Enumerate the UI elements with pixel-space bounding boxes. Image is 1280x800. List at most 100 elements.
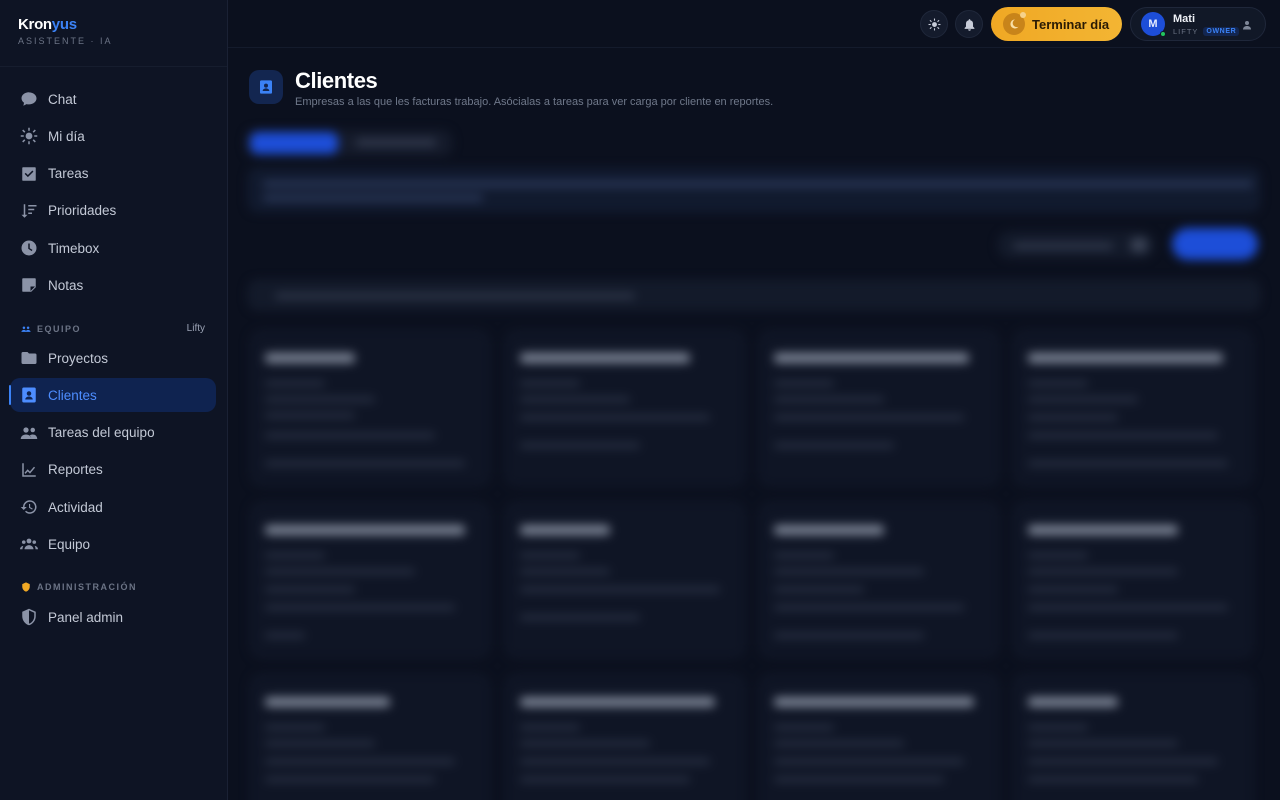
client-card[interactable] bbox=[505, 502, 745, 658]
sidebar-item-mi-dia[interactable]: Mi día bbox=[10, 119, 216, 153]
info-banner bbox=[248, 168, 1260, 212]
client-card[interactable] bbox=[505, 330, 745, 486]
client-card[interactable] bbox=[1013, 674, 1253, 800]
client-card[interactable] bbox=[250, 330, 490, 486]
client-card[interactable] bbox=[250, 674, 490, 800]
search-input[interactable] bbox=[248, 280, 1260, 310]
brand-logo: Kronyus bbox=[18, 16, 113, 33]
brand-name-accent: yus bbox=[51, 16, 77, 33]
shield-icon bbox=[20, 608, 38, 626]
sidebar-divider bbox=[0, 66, 227, 67]
history-icon bbox=[20, 498, 38, 516]
page-icon bbox=[249, 70, 283, 104]
checkbox-icon bbox=[20, 165, 38, 183]
client-card[interactable] bbox=[1013, 330, 1253, 486]
client-card[interactable] bbox=[759, 330, 999, 486]
sort-priority-icon bbox=[20, 202, 38, 220]
sidebar-item-label: Equipo bbox=[48, 536, 91, 552]
sidebar-item-reportes[interactable]: Reportes bbox=[10, 453, 216, 487]
section-admin-label: ADMINISTRACIÓN bbox=[37, 582, 137, 592]
moon-icon bbox=[1003, 12, 1026, 35]
bell-icon bbox=[964, 18, 974, 31]
section-admin-header: ADMINISTRACIÓN bbox=[21, 582, 205, 592]
tab-active[interactable] bbox=[250, 132, 338, 154]
client-card[interactable] bbox=[1013, 502, 1253, 658]
banner-line bbox=[263, 181, 1253, 187]
sidebar-item-actividad[interactable]: Actividad bbox=[10, 490, 216, 524]
sidebar-item-label: Tareas bbox=[48, 166, 89, 182]
sidebar-item-tareas[interactable]: Tareas bbox=[10, 157, 216, 191]
sidebar-item-label: Notas bbox=[48, 277, 84, 293]
sidebar-item-label: Chat bbox=[48, 91, 77, 107]
crescent-icon bbox=[1010, 19, 1019, 29]
shield-small-icon bbox=[22, 582, 30, 592]
nav-team: Proyectos Clientes Tareas del equipo Rep… bbox=[9, 341, 216, 565]
sidebar-item-proyectos[interactable]: Proyectos bbox=[10, 341, 216, 375]
avatar: M bbox=[1141, 12, 1166, 37]
end-day-label: Terminar día bbox=[1032, 16, 1110, 32]
user-meta: Mati LIFTY OWNER bbox=[1173, 12, 1240, 36]
sidebar-item-label: Panel admin bbox=[48, 609, 124, 625]
contact-card-icon bbox=[260, 80, 272, 94]
client-card[interactable] bbox=[759, 502, 999, 658]
avatar-initial: M bbox=[1148, 18, 1158, 30]
section-team-label: EQUIPO bbox=[37, 323, 82, 334]
sun-icon bbox=[20, 127, 38, 145]
sidebar-item-chat[interactable]: Chat bbox=[10, 82, 216, 116]
new-client-button[interactable] bbox=[1172, 228, 1258, 260]
contact-card-icon bbox=[20, 386, 38, 404]
brand-subtitle: ASISTENTE · IA bbox=[18, 36, 113, 46]
sun-icon bbox=[928, 18, 940, 30]
section-team-header: EQUIPO Lifty bbox=[21, 323, 205, 334]
page-title: Clientes bbox=[295, 68, 378, 93]
client-card[interactable] bbox=[505, 674, 745, 800]
client-card[interactable] bbox=[759, 674, 999, 800]
clock-icon bbox=[20, 239, 38, 257]
sidebar-item-label: Prioridades bbox=[48, 203, 117, 219]
banner-line bbox=[263, 195, 483, 201]
topbar bbox=[228, 0, 1280, 48]
tabs bbox=[246, 130, 452, 156]
sidebar: Kronyus ASISTENTE · IA Chat Mi día Tarea… bbox=[0, 0, 228, 800]
sidebar-item-label: Actividad bbox=[48, 499, 103, 515]
user-org: LIFTY bbox=[1173, 26, 1199, 36]
sidebar-item-panel-admin[interactable]: Panel admin bbox=[10, 600, 216, 634]
nav-main: Chat Mi día Tareas Prioridades Timebox N… bbox=[10, 82, 216, 306]
sidebar-item-timebox[interactable]: Timebox bbox=[10, 231, 216, 265]
sidebar-item-label: Proyectos bbox=[48, 350, 109, 366]
note-icon bbox=[20, 276, 38, 294]
nav-admin: Panel admin bbox=[10, 600, 216, 637]
sidebar-item-label: Reportes bbox=[48, 462, 103, 478]
client-card[interactable] bbox=[250, 502, 490, 658]
team-small-icon bbox=[21, 326, 31, 332]
user-name: Mati bbox=[1173, 12, 1195, 25]
sidebar-item-equipo[interactable]: Equipo bbox=[10, 527, 216, 561]
team-org-name: Lifty bbox=[186, 323, 205, 334]
sidebar-item-label: Tareas del equipo bbox=[48, 425, 155, 441]
sidebar-item-label: Mi día bbox=[48, 128, 85, 144]
group-icon bbox=[20, 535, 38, 553]
sidebar-item-tareas-del-equipo[interactable]: Tareas del equipo bbox=[10, 416, 216, 450]
page-subtitle: Empresas a las que les facturas trabajo.… bbox=[295, 96, 774, 108]
brand[interactable]: Kronyus ASISTENTE · IA bbox=[18, 16, 113, 46]
notifications-button[interactable] bbox=[955, 10, 983, 38]
theme-toggle-button[interactable] bbox=[920, 10, 948, 38]
sidebar-item-label: Clientes bbox=[48, 387, 97, 403]
filter-toggle[interactable] bbox=[998, 232, 1154, 258]
user-role-badge: OWNER bbox=[1203, 26, 1240, 36]
tab-secondary[interactable] bbox=[356, 139, 436, 146]
sidebar-item-clientes[interactable]: Clientes bbox=[9, 378, 216, 413]
blurred-content bbox=[238, 122, 1270, 800]
sidebar-item-notas[interactable]: Notas bbox=[10, 268, 216, 302]
sidebar-item-label: Timebox bbox=[48, 240, 100, 256]
online-status-dot bbox=[1160, 31, 1166, 37]
end-day-button[interactable]: Terminar día bbox=[991, 7, 1122, 41]
person-icon bbox=[1241, 18, 1253, 30]
folder-icon bbox=[20, 349, 38, 367]
chart-line-icon bbox=[20, 461, 38, 479]
user-menu-button[interactable]: M Mati LIFTY OWNER bbox=[1130, 7, 1266, 41]
brand-name-main: Kron bbox=[18, 16, 52, 33]
people-icon bbox=[20, 424, 38, 442]
sidebar-item-prioridades[interactable]: Prioridades bbox=[10, 194, 216, 228]
chat-icon bbox=[20, 90, 38, 108]
